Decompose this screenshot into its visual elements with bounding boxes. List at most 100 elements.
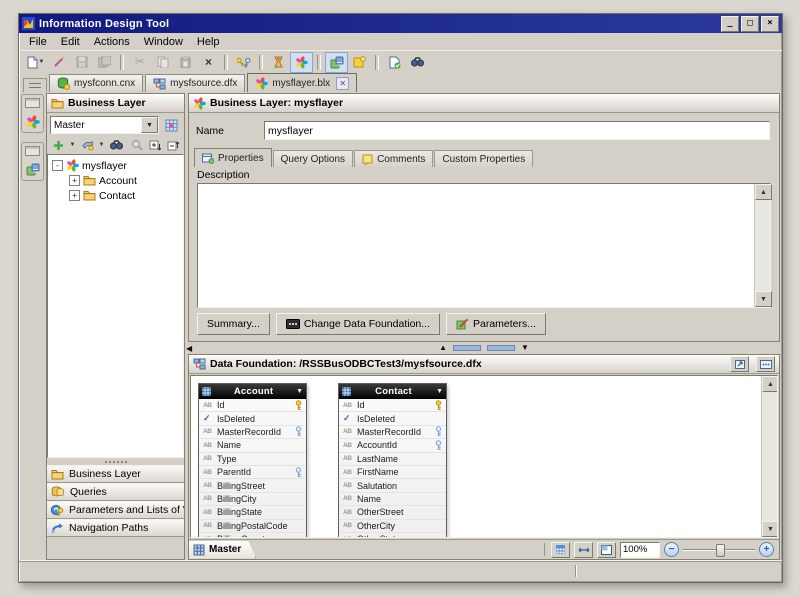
data-foundation-icon[interactable]: [25, 162, 41, 177]
restore-pane-icon[interactable]: [25, 98, 40, 108]
splitter-down-icon[interactable]: ▼: [521, 344, 529, 352]
splitter-up-icon[interactable]: ▲: [439, 344, 447, 352]
pane-splitter[interactable]: [47, 458, 184, 465]
column-row[interactable]: ABAccountId: [339, 439, 446, 452]
chevron-down-icon[interactable]: ▼: [436, 388, 443, 395]
data-foundation-canvas[interactable]: Account▼ABId ✓IsDeletedABMasterRecordId …: [190, 375, 778, 538]
tab-query-options[interactable]: Query Options: [273, 150, 353, 167]
scroll-up-icon[interactable]: ▲: [755, 184, 772, 200]
table-card-account[interactable]: Account▼ABId ✓IsDeletedABMasterRecordId …: [198, 383, 307, 538]
column-row[interactable]: ABBillingCountry: [199, 533, 306, 538]
zoom-slider-thumb[interactable]: [716, 544, 725, 557]
keys-button[interactable]: [232, 52, 255, 73]
column-row[interactable]: ABSalutation: [339, 479, 446, 492]
expand-icon[interactable]: +: [69, 190, 80, 201]
zoom-out-button[interactable]: −: [664, 542, 679, 557]
zoom-level-input[interactable]: 100%: [620, 542, 660, 558]
delete-button[interactable]: ×: [197, 52, 220, 73]
minimized-toolbar-stub[interactable]: [23, 78, 47, 92]
scroll-down-icon[interactable]: ▼: [762, 521, 778, 537]
doc-tab-mysflayer.blx[interactable]: mysflayer.blx✕: [247, 73, 357, 92]
doc-tab-mysfconn.cnx[interactable]: mysfconn.cnx: [49, 74, 143, 92]
column-row[interactable]: ABParentId: [199, 466, 306, 479]
menu-window[interactable]: Window: [137, 35, 190, 49]
magic-wand-button[interactable]: [47, 52, 70, 73]
table-card-contact[interactable]: Contact▼ABId ✓IsDeletedABMasterRecordId …: [338, 383, 447, 538]
table-header[interactable]: Contact▼: [339, 384, 446, 399]
menu-edit[interactable]: Edit: [54, 35, 87, 49]
column-row[interactable]: ABName: [339, 493, 446, 506]
maximize-button[interactable]: □: [741, 16, 759, 32]
restore-pane-icon[interactable]: [25, 146, 40, 156]
column-row[interactable]: ABId: [339, 399, 446, 412]
dropdown-arrow-button[interactable]: ▼: [68, 138, 77, 153]
column-row[interactable]: ABBillingPostalCode: [199, 520, 306, 533]
column-row[interactable]: ABLastName: [339, 453, 446, 466]
column-row[interactable]: ABOtherCity: [339, 520, 446, 533]
expand-all-button[interactable]: [147, 138, 163, 153]
name-input[interactable]: [264, 121, 770, 140]
collapse-left-icon[interactable]: ◀: [186, 344, 192, 353]
zoom-slider[interactable]: [683, 543, 755, 556]
close-tab-icon[interactable]: ✕: [336, 77, 349, 90]
tree-item-mysflayer[interactable]: - mysflayer: [52, 158, 183, 173]
tab-custom-properties[interactable]: Custom Properties: [434, 150, 533, 167]
collapse-all-button[interactable]: [165, 138, 181, 153]
business-layer-button[interactable]: [290, 52, 313, 73]
description-textarea[interactable]: [198, 184, 754, 307]
open-editor-button[interactable]: [730, 356, 749, 372]
business-layer-icon[interactable]: [25, 114, 41, 129]
column-row[interactable]: ABType: [199, 453, 306, 466]
find-button[interactable]: [406, 52, 429, 73]
overview-icon[interactable]: [597, 542, 616, 558]
menu-file[interactable]: File: [22, 35, 54, 49]
change-data-foundation-button[interactable]: Change Data Foundation...: [276, 313, 440, 335]
canvas-scrollbar[interactable]: ▲ ▼: [761, 376, 777, 537]
accordion-queries[interactable]: Queries: [47, 483, 184, 501]
column-row[interactable]: ABId: [199, 399, 306, 412]
manage-views-button[interactable]: [162, 117, 181, 134]
fit-width-icon[interactable]: [574, 542, 593, 558]
column-row[interactable]: ABMasterRecordId: [339, 426, 446, 439]
chevron-down-icon[interactable]: ▼: [141, 117, 158, 133]
data-foundation-button[interactable]: [325, 52, 348, 73]
column-row[interactable]: ABFirstName: [339, 466, 446, 479]
check-integrity-button[interactable]: [383, 52, 406, 73]
doc-tab-mysfsource.dfx[interactable]: mysfsource.dfx: [145, 74, 245, 92]
tree-item-Contact[interactable]: + Contact: [52, 188, 183, 203]
tab-comments[interactable]: Comments: [354, 150, 433, 167]
menu-help[interactable]: Help: [190, 35, 227, 49]
close-button[interactable]: ×: [761, 16, 779, 32]
zoom-in-button[interactable]: +: [759, 542, 774, 557]
menu-actions[interactable]: Actions: [87, 35, 137, 49]
parameters-button[interactable]: Parameters...: [446, 313, 546, 335]
more-options-button[interactable]: [756, 356, 775, 372]
scroll-up-icon[interactable]: ▲: [762, 376, 778, 392]
minimize-button[interactable]: _: [721, 16, 739, 32]
column-row[interactable]: ABBillingStreet: [199, 479, 306, 492]
column-row[interactable]: ABBillingState: [199, 506, 306, 519]
splitter-handle[interactable]: [487, 345, 515, 351]
dropdown-arrow-button[interactable]: ▼: [97, 138, 106, 153]
scroll-down-icon[interactable]: ▼: [755, 291, 772, 307]
master-view-tab[interactable]: Master: [189, 541, 256, 559]
horizontal-splitter[interactable]: ◀ ▲ ▼: [188, 342, 780, 354]
accordion-parameters-and-lists-of-values[interactable]: Parameters and Lists of Values: [47, 501, 184, 519]
tab-properties[interactable]: Properties: [194, 148, 272, 167]
table-view-icon[interactable]: [551, 542, 570, 558]
column-row[interactable]: ABOtherStreet: [339, 506, 446, 519]
splitter-handle[interactable]: [453, 345, 481, 351]
tree-item-Account[interactable]: + Account: [52, 173, 183, 188]
accordion-navigation-paths[interactable]: Navigation Paths: [47, 519, 184, 537]
collapse-icon[interactable]: -: [52, 160, 63, 171]
new-document-button[interactable]: ▼: [24, 52, 47, 73]
column-row[interactable]: ABMasterRecordId: [199, 426, 306, 439]
binoculars-button[interactable]: [108, 138, 124, 153]
accordion-business-layer[interactable]: Business Layer: [47, 465, 184, 483]
hourglass-button[interactable]: [267, 52, 290, 73]
column-row[interactable]: ABBillingCity: [199, 493, 306, 506]
column-row[interactable]: ABName: [199, 439, 306, 452]
chevron-down-icon[interactable]: ▼: [296, 388, 303, 395]
view-selector[interactable]: Master ▼: [50, 116, 159, 134]
expand-icon[interactable]: +: [69, 175, 80, 186]
